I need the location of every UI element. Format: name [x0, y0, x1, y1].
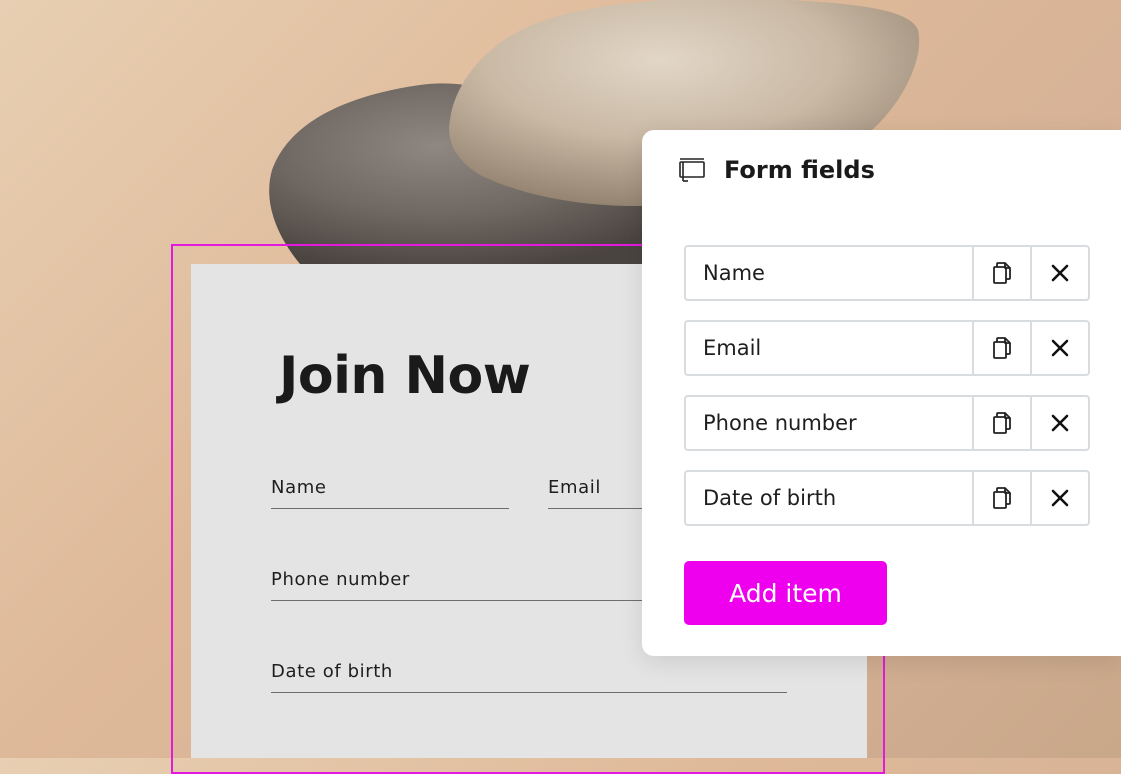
close-icon [1051, 264, 1069, 282]
copy-icon [993, 262, 1011, 284]
copy-icon [993, 487, 1011, 509]
field-item-list: Name Email Phone number Date of birth [684, 245, 1090, 545]
name-field-label: Name [271, 477, 327, 498]
email-field-label: Email [548, 477, 601, 498]
duplicate-button[interactable] [974, 397, 1032, 449]
field-item-dob: Date of birth [684, 470, 1090, 526]
remove-button[interactable] [1032, 472, 1088, 524]
field-item-phone: Phone number [684, 395, 1090, 451]
field-item-label[interactable]: Email [686, 322, 974, 374]
phone-field-label: Phone number [271, 569, 410, 590]
remove-button[interactable] [1032, 322, 1088, 374]
dob-field-label: Date of birth [271, 661, 393, 682]
close-icon [1051, 414, 1069, 432]
field-item-label[interactable]: Date of birth [686, 472, 974, 524]
form-fields-panel: Form fields Name Email Phone number Date… [642, 130, 1121, 656]
field-item-email: Email [684, 320, 1090, 376]
close-icon [1051, 489, 1069, 507]
field-item-name: Name [684, 245, 1090, 301]
copy-icon [993, 412, 1011, 434]
copy-icon [993, 337, 1011, 359]
duplicate-button[interactable] [974, 472, 1032, 524]
duplicate-button[interactable] [974, 322, 1032, 374]
remove-button[interactable] [1032, 247, 1088, 299]
form-icon [678, 156, 706, 184]
panel-title: Form fields [724, 156, 875, 184]
close-icon [1051, 339, 1069, 357]
field-item-label[interactable]: Phone number [686, 397, 974, 449]
name-field[interactable]: Name [271, 464, 509, 509]
panel-header: Form fields [678, 156, 875, 184]
remove-button[interactable] [1032, 397, 1088, 449]
field-item-label[interactable]: Name [686, 247, 974, 299]
duplicate-button[interactable] [974, 247, 1032, 299]
form-title: Join Now [279, 346, 531, 406]
add-item-button[interactable]: Add item [684, 561, 887, 625]
